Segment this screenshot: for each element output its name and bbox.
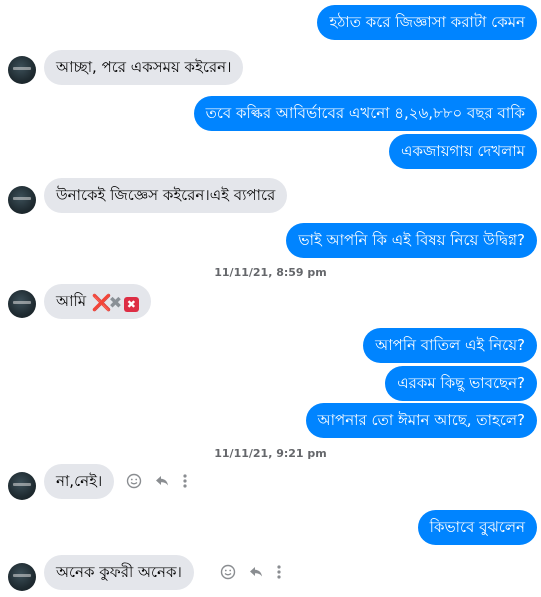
message-text: অনেক কুফরী অনেক। xyxy=(56,563,182,581)
outgoing-message[interactable]: ভাই আপনি কি এই বিষয় নিয়ে উদ্বিগ্ন? xyxy=(286,223,537,258)
multiply-icon: ✖ xyxy=(108,293,123,312)
incoming-message[interactable]: অনেক কুফরী অনেক। xyxy=(44,555,194,590)
more-vertical-icon[interactable] xyxy=(182,473,188,489)
outgoing-message[interactable]: তবে কল্কির আবির্ভাবের এখনো ৪,২৬,৮৮০ বছর … xyxy=(193,96,537,131)
message-text: তবে কল্কির আবির্ভাবের এখনো ৪,২৬,৮৮০ বছর … xyxy=(205,104,525,122)
smiley-icon[interactable] xyxy=(126,473,142,489)
smiley-icon[interactable] xyxy=(220,564,236,580)
incoming-message[interactable]: না,নেই। xyxy=(44,464,115,499)
outgoing-message[interactable]: কিভাবে বুঝলেন xyxy=(417,510,537,545)
message-text: কিভাবে বুঝলেন xyxy=(429,518,525,536)
outgoing-message[interactable]: একজায়গায় দেখলাম xyxy=(389,134,537,169)
outgoing-message[interactable]: আপনার তো ঈমান আছে, তাহলে? xyxy=(305,403,537,438)
more-vertical-icon[interactable] xyxy=(276,564,282,580)
incoming-message[interactable]: আচ্ছা, পরে একসময় কইরেন। xyxy=(44,50,244,85)
reply-icon[interactable] xyxy=(154,473,170,489)
avatar[interactable] xyxy=(8,186,36,214)
message-text: ভাই আপনি কি এই বিষয় নিয়ে উদ্বিগ্ন? xyxy=(298,231,525,249)
avatar[interactable] xyxy=(8,290,36,318)
message-text: হঠাত করে জিজ্ঞাসা করাটা কেমন xyxy=(329,13,525,31)
outgoing-message[interactable]: আপনি বাতিল এই নিয়ে? xyxy=(363,328,537,363)
avatar[interactable] xyxy=(8,56,36,84)
message-actions xyxy=(126,473,200,489)
avatar[interactable] xyxy=(8,563,36,591)
message-text: একজায়গায় দেখলাম xyxy=(401,142,525,160)
incoming-message[interactable]: উনাকেই জিজ্ঞেস কইরেন।এই ব্যপারে xyxy=(44,178,288,213)
outgoing-message[interactable]: হঠাত করে জিজ্ঞাসা করাটা কেমন xyxy=(317,5,537,40)
message-text: আচ্ছা, পরে একসময় কইরেন। xyxy=(56,58,232,76)
message-text: উনাকেই জিজ্ঞেস কইরেন।এই ব্যপারে xyxy=(56,186,276,204)
message-text: এরকম কিছু ভাবছেন? xyxy=(397,374,525,392)
cross-mark-icon: ❌ xyxy=(91,293,112,312)
timestamp: 11/11/21, 9:21 pm xyxy=(214,447,327,460)
message-text: আপনার তো ঈমান আছে, তাহলে? xyxy=(317,411,525,429)
message-thread: হঠাত করে জিজ্ঞাসা করাটা কেমন আচ্ছা, পরে … xyxy=(0,0,541,597)
outgoing-message[interactable]: এরকম কিছু ভাবছেন? xyxy=(385,366,537,401)
avatar[interactable] xyxy=(8,472,36,500)
timestamp: 11/11/21, 8:59 pm xyxy=(214,266,327,279)
cross-box-icon: ✖ xyxy=(123,297,139,312)
incoming-message[interactable]: আমি ❌✖ ✖ xyxy=(44,284,151,319)
message-text: আপনি বাতিল এই নিয়ে? xyxy=(375,336,525,354)
message-text: আমি xyxy=(56,292,87,310)
message-actions xyxy=(220,564,294,580)
reply-icon[interactable] xyxy=(248,564,264,580)
message-text: না,নেই। xyxy=(56,472,103,490)
